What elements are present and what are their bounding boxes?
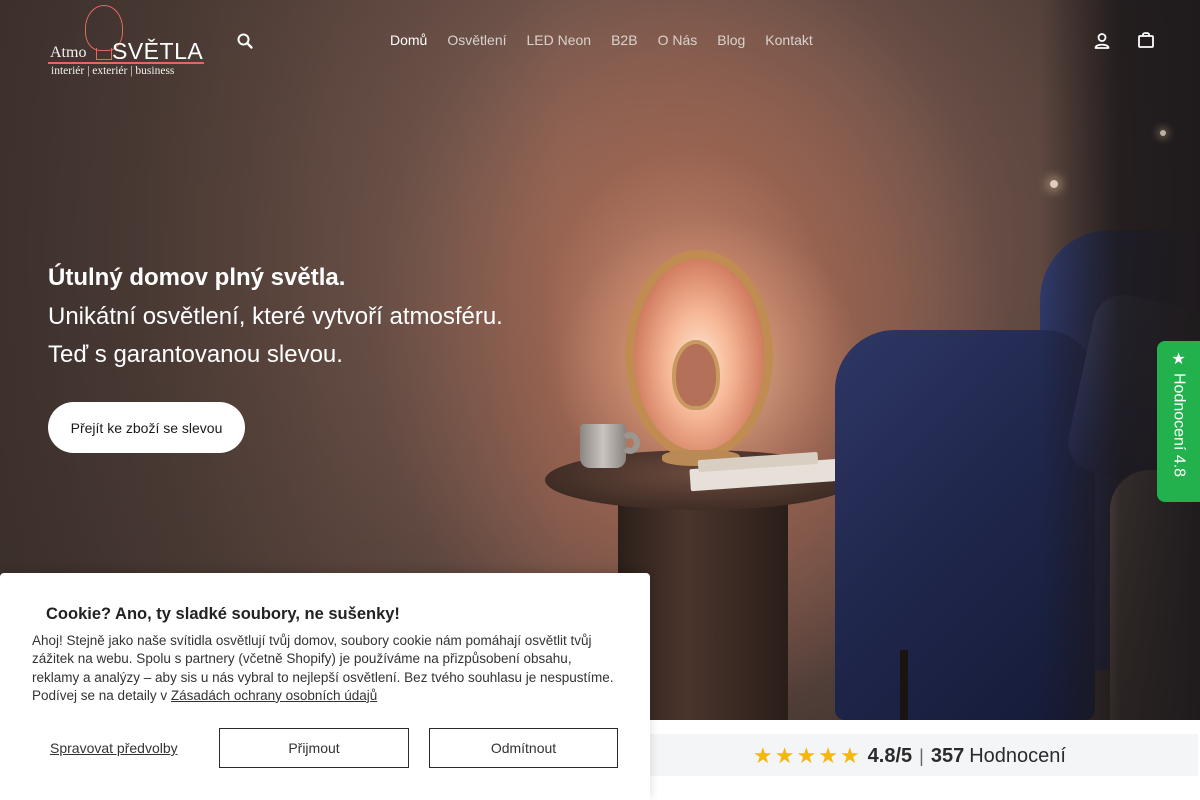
user-icon [1094,33,1110,49]
star-icon: ★ [839,743,860,768]
star-icon: ★ [796,743,817,768]
cookie-title: Cookie? Ano, ty sladké soubory, ne sušen… [46,605,400,623]
logo-tagline: interiér | exteriér | business [51,65,175,77]
logo-underline [48,62,204,64]
rating-summary[interactable]: ★ ★ ★ ★ ★ 4.8/5 | 357 Hodnocení [753,744,1066,768]
lightbulb-base [96,48,112,60]
reviews-tab[interactable]: ★ Hodnocení 4.8 [1157,341,1200,502]
account-button[interactable] [1092,31,1112,51]
search-button[interactable] [236,32,254,50]
rating-score: 4.8/5 [867,744,913,767]
privacy-policy-link[interactable]: Zásadách ochrany osobních údajů [171,688,377,703]
shop-sale-button[interactable]: Přejít ke zboží se slevou [48,402,245,453]
lamp-inner [672,340,720,410]
hero-subtitle-2: Teď s garantovanou slevou. [48,341,343,368]
logo-text-left: Atmo [50,44,87,61]
main-nav: Domů Osvětlení LED Neon B2B O Nás Blog K… [380,31,823,49]
window-light-2 [1160,130,1166,136]
star-icon: ★ [1171,351,1186,368]
reviews-tab-label: Hodnocení 4.8 [1170,373,1188,478]
mug-handle [620,432,640,454]
window-light [1050,180,1058,188]
search-icon [237,33,253,49]
reject-cookies-button[interactable]: Odmítnout [429,728,618,768]
rating-bar: ★ ★ ★ ★ ★ 4.8/5 | 357 Hodnocení [650,720,1200,800]
rating-separator: | [919,745,924,766]
nav-item-blog[interactable]: Blog [707,31,755,49]
star-icon: ★ [818,743,838,768]
logo-text-right: SVĚTLA [112,38,204,64]
cookie-text: Ahoj! Stejně jako naše svítidla osvětluj… [32,632,622,705]
star-icon: ★ [774,743,795,768]
nav-item-osvetleni[interactable]: Osvětlení [437,31,516,49]
rating-stars: ★ ★ ★ ★ ★ [753,744,860,768]
mug-image [580,424,626,468]
nav-item-o-nas[interactable]: O Nás [648,31,708,49]
nav-item-led-neon[interactable]: LED Neon [517,31,602,49]
cookie-banner: Cookie? Ano, ty sladké soubory, ne sušen… [0,573,650,800]
hero-title: Útulný domov plný světla. [48,264,346,291]
hero-subtitle: Unikátní osvětlení, které vytvoří atmosf… [48,303,503,330]
nav-item-domu[interactable]: Domů [380,31,437,49]
manage-preferences-link[interactable]: Spravovat předvolby [50,740,178,756]
cart-button[interactable] [1136,30,1156,50]
site-logo[interactable]: Atmo SVĚTLA interiér | exteriér | busine… [48,4,208,80]
nav-item-b2b[interactable]: B2B [601,31,647,49]
site-header: Atmo SVĚTLA interiér | exteriér | busine… [0,0,1200,82]
rating-count: 357 [930,744,965,767]
nav-item-kontakt[interactable]: Kontakt [755,31,822,49]
shopping-bag-icon [1138,32,1154,48]
star-icon: ★ [753,743,773,768]
rating-count-label: Hodnocení [969,744,1066,767]
accept-cookies-button[interactable]: Přijmout [219,728,409,768]
sofa-leg [900,650,908,720]
